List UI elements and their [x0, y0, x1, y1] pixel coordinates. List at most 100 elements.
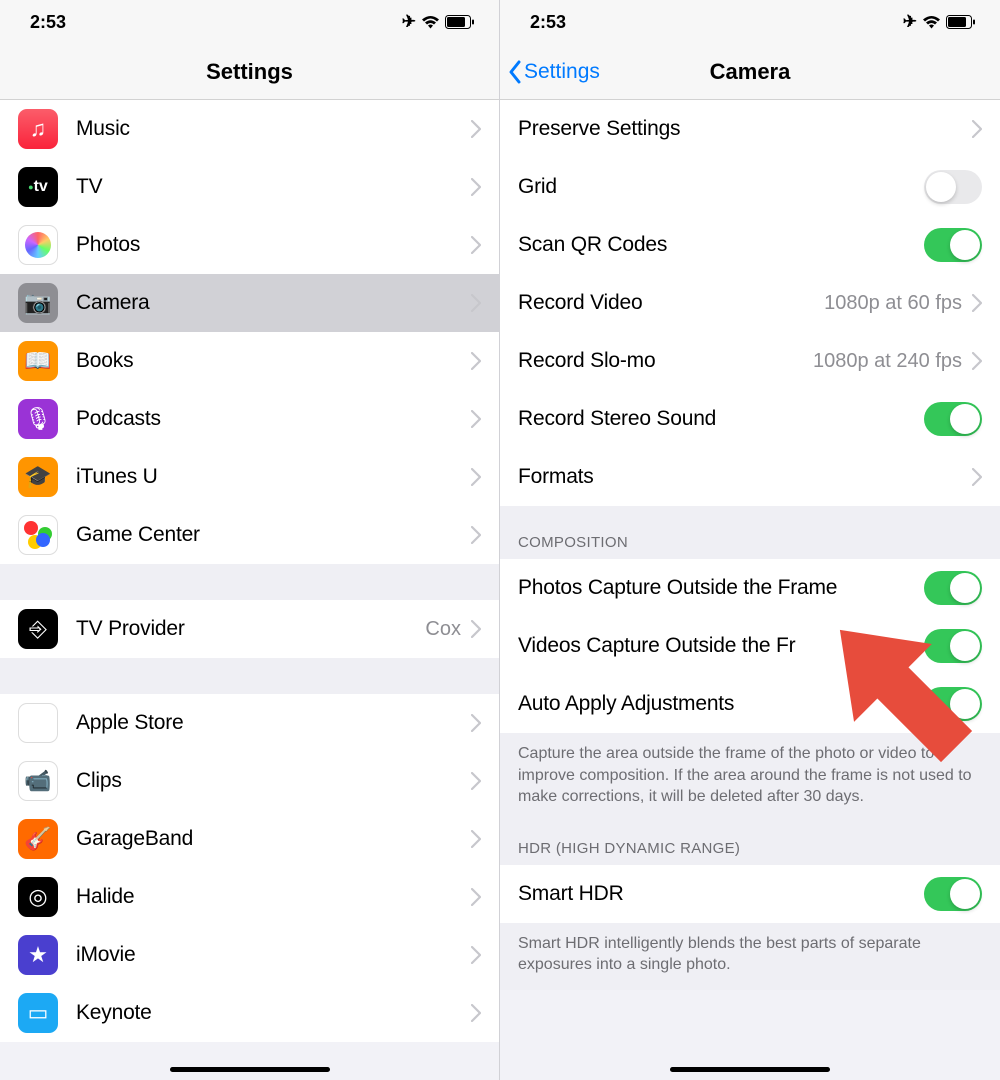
camera-list-1: Preserve Settings Grid Scan QR Codes Rec… [500, 100, 1000, 506]
auto-apply-toggle[interactable] [924, 687, 982, 721]
chevron-icon [972, 294, 982, 312]
battery-icon [946, 15, 976, 29]
camera-row-smart-hdr[interactable]: Smart HDR [500, 865, 1000, 923]
chevron-icon [972, 120, 982, 138]
chevron-icon [471, 178, 481, 196]
camera-row-record-stereo[interactable]: Record Stereo Sound [500, 390, 1000, 448]
chevron-icon [471, 888, 481, 906]
itunesu-icon: 🎓 [18, 457, 58, 497]
row-label: Photos Capture Outside the Frame [518, 576, 924, 600]
row-label: Camera [76, 291, 471, 315]
row-value: Cox [425, 618, 461, 641]
halide-icon: ◎ [18, 877, 58, 917]
smart-hdr-toggle[interactable] [924, 877, 982, 911]
status-time: 2:53 [30, 12, 66, 33]
record-stereo-toggle[interactable] [924, 402, 982, 436]
row-label: Scan QR Codes [518, 233, 924, 257]
clips-icon: 📹 [18, 761, 58, 801]
chevron-icon [471, 294, 481, 312]
camera-row-record-slomo[interactable]: Record Slo-mo 1080p at 240 fps [500, 332, 1000, 390]
row-label: Books [76, 349, 471, 373]
row-value: 1080p at 240 fps [813, 350, 962, 373]
nav-bar: Settings [0, 44, 499, 100]
row-label: Game Center [76, 523, 471, 547]
camera-row-formats[interactable]: Formats [500, 448, 1000, 506]
settings-row-applestore[interactable]: 🛍 Apple Store [0, 694, 499, 752]
settings-screen: 2:53 ✈ Settings ♫ Music ●tv TV Photos 📷 … [0, 0, 500, 1080]
grid-toggle[interactable] [924, 170, 982, 204]
settings-row-gamecenter[interactable]: Game Center [0, 506, 499, 564]
gamecenter-icon [18, 515, 58, 555]
books-icon: 📖 [18, 341, 58, 381]
row-label: Videos Capture Outside the Fr [518, 634, 924, 658]
camera-row-grid[interactable]: Grid [500, 158, 1000, 216]
photos-icon [18, 225, 58, 265]
home-indicator [670, 1067, 830, 1072]
airplane-icon: ✈ [903, 12, 917, 32]
wifi-icon [421, 15, 440, 29]
settings-row-music[interactable]: ♫ Music [0, 100, 499, 158]
camera-list-composition: Photos Capture Outside the Frame Videos … [500, 559, 1000, 733]
row-label: Music [76, 117, 471, 141]
scan-qr-toggle[interactable] [924, 228, 982, 262]
keynote-icon: ▭ [18, 993, 58, 1033]
chevron-icon [471, 772, 481, 790]
settings-row-camera[interactable]: 📷 Camera [0, 274, 499, 332]
status-time: 2:53 [530, 12, 566, 33]
chevron-icon [471, 352, 481, 370]
settings-row-podcasts[interactable]: 🎙 Podcasts [0, 390, 499, 448]
section-header-hdr: HDR (HIGH DYNAMIC RANGE) [500, 822, 1000, 865]
settings-row-garageband[interactable]: 🎸 GarageBand [0, 810, 499, 868]
photos-outside-frame-toggle[interactable] [924, 571, 982, 605]
row-label: GarageBand [76, 827, 471, 851]
section-footer-hdr: Smart HDR intelligently blends the best … [500, 923, 1000, 990]
settings-row-tvprovider[interactable]: ⎆ TV Provider Cox [0, 600, 499, 658]
row-label: Podcasts [76, 407, 471, 431]
settings-row-tv[interactable]: ●tv TV [0, 158, 499, 216]
settings-row-itunesu[interactable]: 🎓 iTunes U [0, 448, 499, 506]
camera-row-photos-outside-frame[interactable]: Photos Capture Outside the Frame [500, 559, 1000, 617]
camera-list-hdr: Smart HDR [500, 865, 1000, 923]
row-label: iMovie [76, 943, 471, 967]
camera-row-videos-outside-frame[interactable]: Videos Capture Outside the Fr [500, 617, 1000, 675]
settings-row-photos[interactable]: Photos [0, 216, 499, 274]
wifi-icon [922, 15, 941, 29]
podcasts-icon: 🎙 [18, 399, 58, 439]
home-indicator [170, 1067, 330, 1072]
row-label: Apple Store [76, 711, 471, 735]
back-button[interactable]: Settings [508, 60, 600, 84]
chevron-icon [471, 620, 481, 638]
row-value: 1080p at 60 fps [824, 292, 962, 315]
settings-row-imovie[interactable]: ★ iMovie [0, 926, 499, 984]
camera-row-auto-apply[interactable]: Auto Apply Adjustments [500, 675, 1000, 733]
chevron-icon [471, 526, 481, 544]
music-icon: ♫ [18, 109, 58, 149]
settings-list-group2: ⎆ TV Provider Cox [0, 600, 499, 658]
chevron-icon [972, 352, 982, 370]
chevron-icon [471, 468, 481, 486]
page-title: Camera [710, 59, 791, 85]
status-icons: ✈ [903, 12, 976, 32]
camera-row-scan-qr[interactable]: Scan QR Codes [500, 216, 1000, 274]
chevron-icon [471, 1004, 481, 1022]
videos-outside-frame-toggle[interactable] [924, 629, 982, 663]
nav-bar: Settings Camera [500, 44, 1000, 100]
section-gap [0, 658, 499, 694]
settings-row-books[interactable]: 📖 Books [0, 332, 499, 390]
airplane-icon: ✈ [402, 12, 416, 32]
settings-list-group1: ♫ Music ●tv TV Photos 📷 Camera 📖 Books 🎙… [0, 100, 499, 564]
camera-row-record-video[interactable]: Record Video 1080p at 60 fps [500, 274, 1000, 332]
camera-icon: 📷 [18, 283, 58, 323]
settings-row-clips[interactable]: 📹 Clips [0, 752, 499, 810]
garageband-icon: 🎸 [18, 819, 58, 859]
chevron-icon [471, 236, 481, 254]
settings-list-group3: 🛍 Apple Store 📹 Clips 🎸 GarageBand ◎ Hal… [0, 694, 499, 1042]
settings-row-keynote[interactable]: ▭ Keynote [0, 984, 499, 1042]
row-label: Photos [76, 233, 471, 257]
tvprovider-icon: ⎆ [18, 609, 58, 649]
settings-row-halide[interactable]: ◎ Halide [0, 868, 499, 926]
camera-row-preserve-settings[interactable]: Preserve Settings [500, 100, 1000, 158]
chevron-icon [471, 714, 481, 732]
status-bar: 2:53 ✈ [0, 0, 499, 44]
row-label: Record Stereo Sound [518, 407, 924, 431]
